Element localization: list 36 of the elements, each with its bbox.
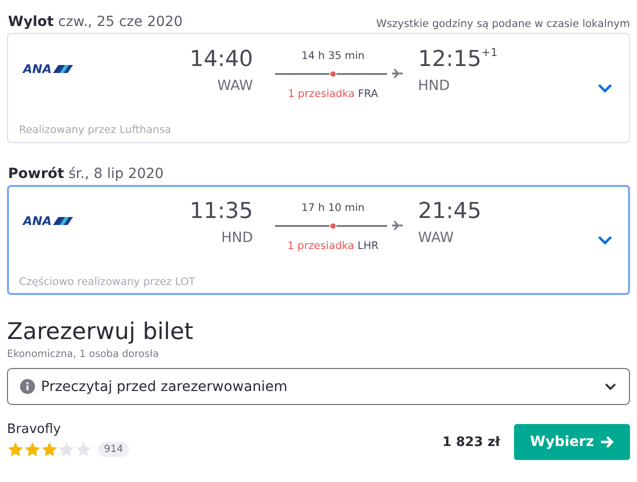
flight-card[interactable]: ANA 11:35 HND 17 h 10 min 1 przesiadka LHR 21:45 WAW Częściowo realizowany przez LOT xyxy=(7,185,630,295)
arrival-airport: WAW xyxy=(418,230,454,246)
route-line-icon xyxy=(274,220,386,230)
chevron-down-icon[interactable] xyxy=(597,235,613,245)
arrival-time: 21:45 xyxy=(418,198,482,226)
airline-logo: ANA xyxy=(19,62,73,76)
flight-card[interactable]: ANA 14:40 WAW 14 h 35 min 1 przesiadka FRA 12:15$^{+1}$ HND Realizowany przez Lufthansa xyxy=(7,33,630,143)
operator-note: Częściowo realizowany przez LOT xyxy=(19,276,196,288)
airline-logo: ANA xyxy=(19,214,73,228)
chevron-down-icon[interactable] xyxy=(597,83,613,93)
operator-note: Realizowany przez Lufthansa xyxy=(19,124,172,136)
departure-time: 14:40 xyxy=(190,46,253,74)
plane-icon xyxy=(390,219,404,232)
plane-icon xyxy=(390,67,404,80)
flight-duration: 14 h 35 min xyxy=(301,50,366,62)
price: 1 823 zł xyxy=(442,434,500,450)
departure-airport: HND xyxy=(221,230,253,246)
info-icon xyxy=(20,379,35,394)
review-count: 914 xyxy=(98,442,130,457)
departure-airport: WAW xyxy=(217,78,253,94)
arrival-time: 12:15$^{+1}$ xyxy=(418,46,498,74)
route-line-icon xyxy=(274,68,386,78)
stopover-info: 1 przesiadka LHR xyxy=(287,240,380,252)
section-title: Zarezerwuj bilet xyxy=(7,319,194,345)
leg-heading: Powrót śr., 8 lip 2020 xyxy=(7,166,164,182)
arrow-right-icon xyxy=(600,435,614,449)
provider-name: Bravofly xyxy=(7,422,62,437)
fare-details: Ekonomiczna, 1 osoba dorosła xyxy=(7,349,160,360)
arrival-airport: HND xyxy=(418,78,450,94)
stopover-info: 1 przesiadka FRA xyxy=(288,88,380,100)
chevron-down-icon xyxy=(604,382,617,391)
info-dropdown[interactable]: Przeczytaj przed zarezerwowaniem xyxy=(7,368,630,405)
departure-time: 11:35 xyxy=(190,198,253,226)
timezone-note: Wszystkie godziny są podane w czasie lokalnym xyxy=(376,18,630,30)
flight-duration: 17 h 10 min xyxy=(301,202,366,214)
leg-heading: Wylot czw., 25 cze 2020 xyxy=(7,14,183,30)
